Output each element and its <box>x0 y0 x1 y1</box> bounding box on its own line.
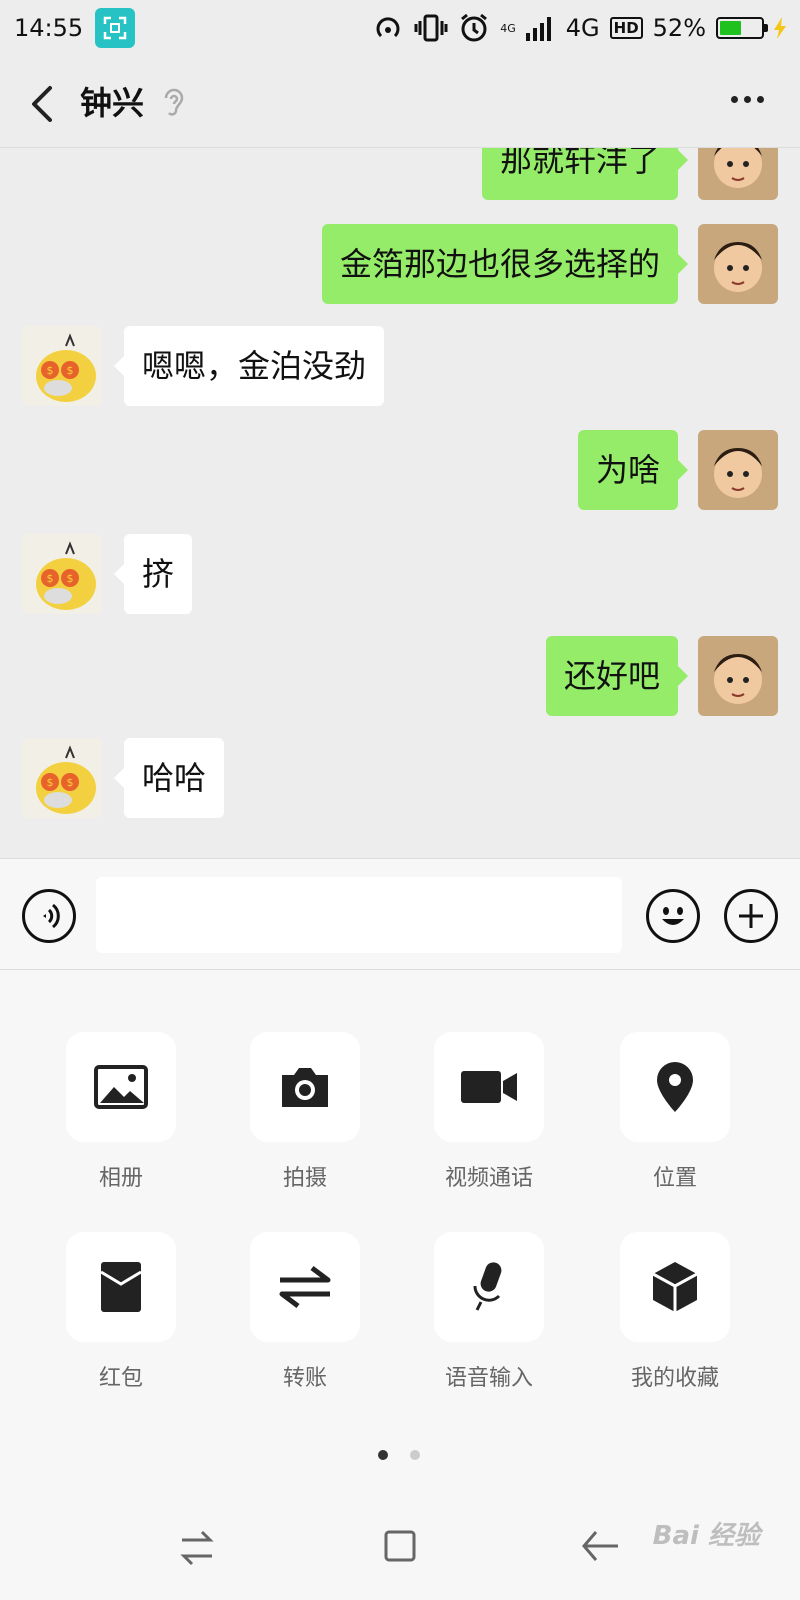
svg-text:$: $ <box>67 776 74 789</box>
home-icon[interactable] <box>382 1528 418 1564</box>
watermark-text: Bai 经验 <box>652 1521 760 1551</box>
tool-camera[interactable]: 拍摄 <box>250 1032 360 1192</box>
contact-avatar[interactable]: $ $ <box>22 534 102 614</box>
network-label: 4G <box>565 14 600 42</box>
tool-label: 相册 <box>98 1166 143 1191</box>
video-icon <box>461 1071 517 1103</box>
charging-icon <box>774 17 786 39</box>
chat-header: 钟兴 <box>0 56 800 148</box>
back-arrow-icon[interactable] <box>28 84 58 124</box>
page-indicator <box>378 1450 420 1460</box>
tool-voice-input[interactable]: 语音输入 <box>434 1232 544 1392</box>
tool-location[interactable]: 位置 <box>620 1032 730 1192</box>
svg-text:$: $ <box>47 364 54 377</box>
my-message-bubble[interactable]: 金箔那边也很多选择的 <box>321 224 689 304</box>
tool-label: 位置 <box>652 1166 697 1191</box>
status-bar: 14:55 4G 4G HD 52% <box>0 0 800 56</box>
tool-red-packet[interactable]: 红包 <box>66 1232 176 1392</box>
emoji-button[interactable] <box>646 889 700 943</box>
tool-favorites[interactable]: 我的收藏 <box>620 1232 730 1392</box>
my-message-bubble[interactable]: 为啥 <box>577 430 689 510</box>
svg-text:$: $ <box>67 572 74 585</box>
tool-label: 红包 <box>98 1366 143 1391</box>
network-small-label: 4G <box>500 21 516 35</box>
contact-avatar[interactable]: $ $ <box>22 738 102 818</box>
tool-transfer[interactable]: 转账 <box>250 1232 360 1392</box>
recent-apps-icon[interactable] <box>180 1530 214 1566</box>
contact-message-bubble[interactable]: 哈哈 <box>113 738 225 818</box>
hotspot-icon <box>376 17 400 38</box>
favorites-icon <box>652 1262 698 1312</box>
tool-label: 我的收藏 <box>630 1366 719 1391</box>
svg-text:$: $ <box>47 572 54 585</box>
my-avatar[interactable] <box>698 636 778 716</box>
message-input[interactable] <box>96 877 622 953</box>
contact-avatar[interactable]: $ $ <box>22 326 102 406</box>
page-dot <box>410 1450 420 1460</box>
plus-icon <box>739 904 763 928</box>
tool-video-call[interactable]: 视频通话 <box>434 1032 544 1192</box>
voice-icon <box>43 903 60 929</box>
ear-icon <box>164 88 184 116</box>
message-list[interactable]: 那就轩沣了 金箔那边也很多选择的 $ $ 嗯嗯，金泊没劲 为啥 $ $ 挤 还好吧 … <box>0 148 800 858</box>
more-options-icon[interactable] <box>731 96 764 103</box>
battery-percent: 52% <box>652 14 706 42</box>
contact-message-bubble[interactable]: 挤 <box>113 534 193 614</box>
my-avatar[interactable] <box>698 148 778 200</box>
chat-title: 钟兴 <box>80 84 145 122</box>
contact-message-bubble[interactable]: 嗯嗯，金泊没劲 <box>113 326 385 406</box>
signal-icon <box>525 17 551 41</box>
screenshot-icon <box>95 8 136 48</box>
image-icon <box>94 1065 148 1109</box>
svg-text:$: $ <box>67 364 74 377</box>
tool-album[interactable]: 相册 <box>66 1032 176 1192</box>
status-time: 14:55 <box>14 14 84 42</box>
page-dot-active <box>378 1450 388 1460</box>
my-message-bubble[interactable]: 那就轩沣了 <box>481 148 689 200</box>
hd-badge: HD <box>609 17 643 39</box>
input-bar <box>0 858 800 970</box>
tool-label: 语音输入 <box>444 1366 533 1391</box>
location-icon <box>657 1062 693 1112</box>
back-icon[interactable] <box>580 1528 620 1564</box>
tool-label: 拍摄 <box>282 1166 327 1191</box>
transfer-icon <box>279 1266 331 1308</box>
tool-label: 转账 <box>282 1366 327 1391</box>
my-avatar[interactable] <box>698 430 778 510</box>
smiley-icon <box>662 907 684 925</box>
battery-icon <box>716 17 768 39</box>
tool-label: 视频通话 <box>444 1166 533 1191</box>
vibrate-icon <box>414 14 448 42</box>
more-functions-button[interactable] <box>724 889 778 943</box>
microphone-icon <box>473 1262 502 1311</box>
my-avatar[interactable] <box>698 224 778 304</box>
voice-toggle-button[interactable] <box>22 889 76 943</box>
svg-text:$: $ <box>47 776 54 789</box>
camera-icon <box>282 1068 328 1107</box>
red-packet-icon <box>100 1262 142 1312</box>
alarm-icon <box>461 13 488 42</box>
my-message-bubble[interactable]: 还好吧 <box>545 636 689 716</box>
